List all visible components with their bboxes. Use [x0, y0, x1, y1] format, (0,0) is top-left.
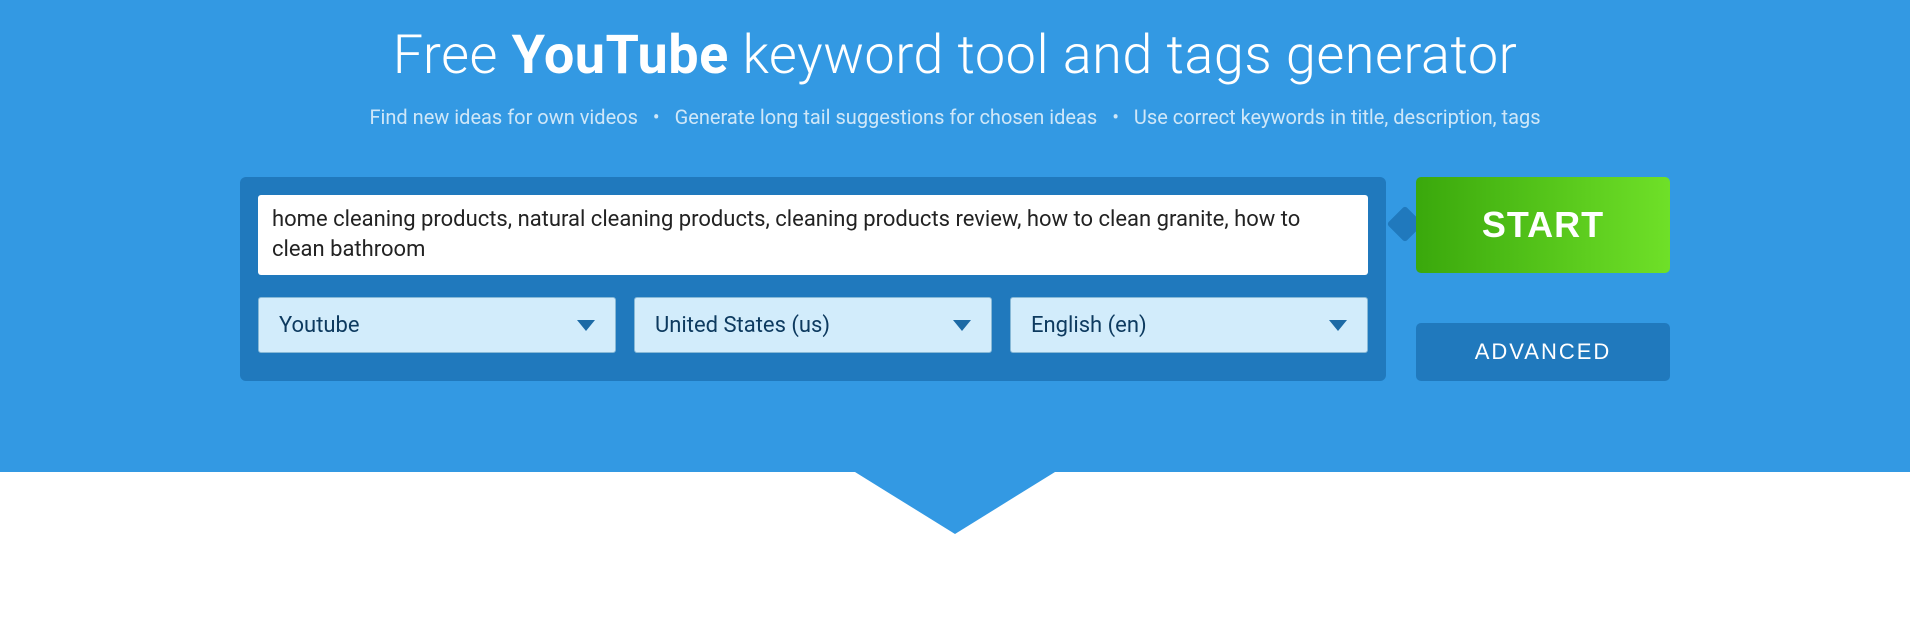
start-button-wrapper: START	[1416, 177, 1670, 273]
country-select-value: United States (us)	[655, 313, 830, 338]
title-prefix: Free	[393, 24, 512, 87]
language-select[interactable]: English (en)	[1010, 297, 1368, 353]
subtitle-part-3: Use correct keywords in title, descripti…	[1134, 105, 1541, 129]
hero-section: Free YouTube keyword tool and tags gener…	[0, 0, 1910, 472]
language-select-value: English (en)	[1031, 313, 1147, 338]
subtitle: Find new ideas for own videos • Generate…	[0, 105, 1910, 129]
start-button[interactable]: START	[1416, 177, 1670, 273]
advanced-button[interactable]: ADVANCED	[1416, 323, 1670, 381]
page-title: Free YouTube keyword tool and tags gener…	[0, 24, 1910, 87]
title-suffix: keyword tool and tags generator	[729, 24, 1517, 87]
search-panel: Youtube United States (us) English (en) …	[240, 177, 1670, 381]
bottom-section	[0, 472, 1910, 640]
notch-down-icon	[855, 472, 1055, 534]
chevron-down-icon	[953, 320, 971, 331]
title-strong: YouTube	[512, 24, 729, 87]
chevron-down-icon	[577, 320, 595, 331]
selects-row: Youtube United States (us) English (en)	[258, 297, 1368, 353]
subtitle-part-1: Find new ideas for own videos	[369, 105, 637, 129]
platform-select[interactable]: Youtube	[258, 297, 616, 353]
country-select[interactable]: United States (us)	[634, 297, 992, 353]
separator-icon: •	[653, 105, 660, 129]
form-box: Youtube United States (us) English (en)	[240, 177, 1386, 381]
side-buttons: START ADVANCED	[1416, 177, 1670, 381]
subtitle-part-2: Generate long tail suggestions for chose…	[675, 105, 1098, 129]
platform-select-value: Youtube	[279, 313, 360, 338]
chevron-down-icon	[1329, 320, 1347, 331]
keywords-input[interactable]	[258, 195, 1368, 275]
separator-icon: •	[1112, 105, 1119, 129]
